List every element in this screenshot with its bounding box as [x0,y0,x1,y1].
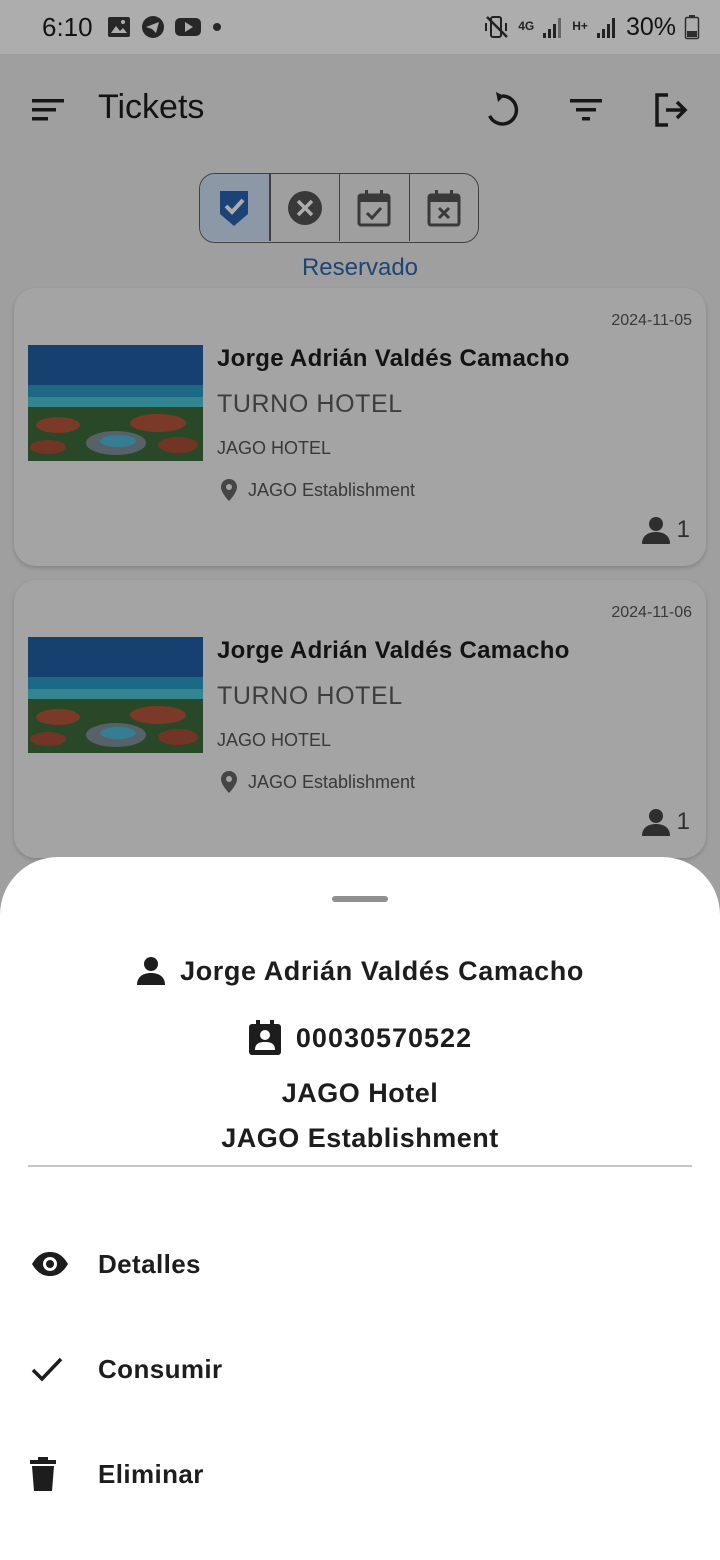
sheet-id-row: 00030570522 [0,1018,720,1058]
details-label: Detalles [98,1248,201,1279]
contact-card-icon [248,1020,281,1055]
eye-icon [32,1252,68,1276]
sheet-hotel: JAGO Hotel [281,1078,439,1108]
delete-label: Eliminar [98,1458,204,1489]
sheet-establishment: JAGO Establishment [221,1123,499,1153]
consume-button[interactable]: Consumir [0,1329,720,1409]
details-button[interactable]: Detalles [0,1224,720,1304]
sheet-id-number: 00030570522 [295,1022,473,1053]
delete-button[interactable]: Eliminar [0,1434,720,1514]
check-icon [31,1357,63,1382]
ticket-actions-sheet: Jorge Adrián Valdés Camacho 00030570522 … [0,857,720,1560]
sheet-client-name: Jorge Adrián Valdés Camacho [180,955,584,986]
consume-label: Consumir [98,1353,223,1384]
person-icon [137,957,166,985]
divider [28,1165,692,1167]
drag-handle[interactable] [332,896,388,902]
trash-icon [30,1457,56,1491]
sheet-client-row: Jorge Adrián Valdés Camacho [0,951,720,991]
